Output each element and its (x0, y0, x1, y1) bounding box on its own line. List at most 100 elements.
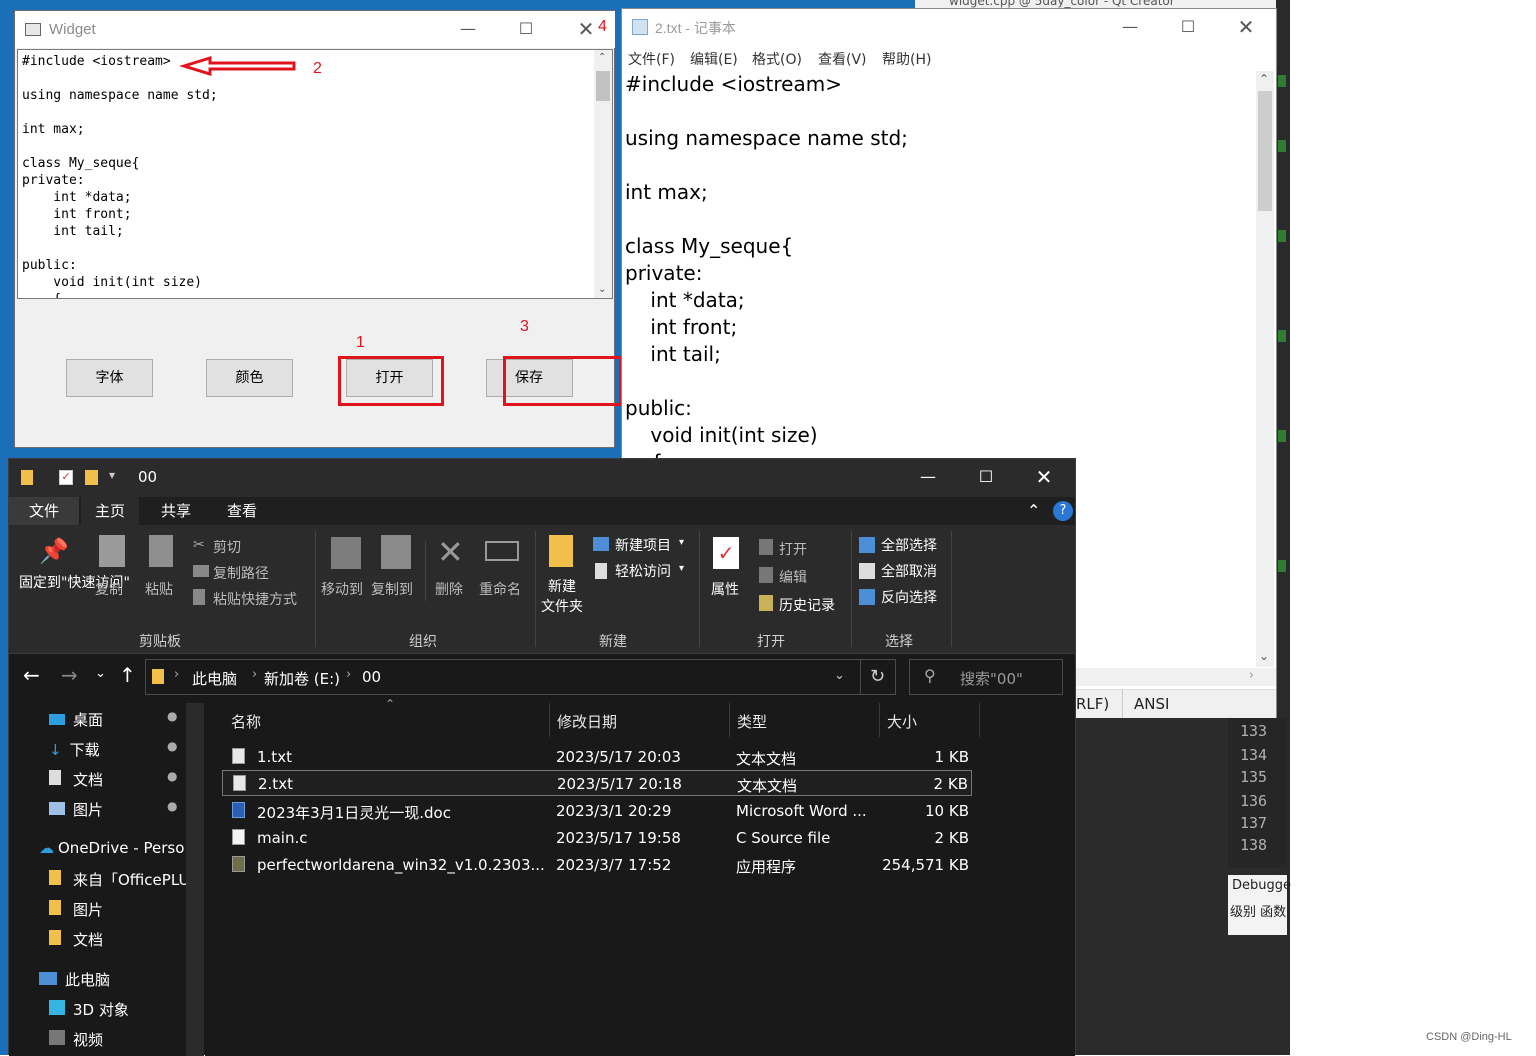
address-bar[interactable]: › 此电脑 › 新加卷 (E:) › 00 ⌄ ↻ (145, 659, 896, 695)
nav-item-od-documents[interactable]: 文档 (49, 929, 103, 950)
minimize-icon[interactable]: — (905, 459, 951, 495)
scroll-down-icon[interactable]: ⌄ (1259, 649, 1269, 663)
file-name: 2023年3月1日灵光一现.doc (257, 804, 451, 822)
column-divider[interactable] (549, 703, 550, 737)
file-row[interactable]: 2023年3月1日灵光一现.doc 2023/3/1 20:29 Microso… (222, 798, 972, 824)
dropdown-icon[interactable]: ▾ (679, 537, 684, 548)
recent-locations-icon[interactable]: ⌄ (95, 666, 106, 681)
column-divider[interactable] (979, 703, 980, 737)
tab-share[interactable]: 共享 (147, 497, 205, 525)
tab-view[interactable]: 查看 (213, 497, 271, 525)
editor-content: #include <iostream> using namespace name… (22, 54, 218, 298)
color-button[interactable]: 颜色 (206, 359, 293, 397)
menu-file[interactable]: 文件(F) (628, 49, 675, 69)
quick-access-dropdown-icon[interactable]: ▾ (109, 468, 115, 482)
refresh-icon[interactable]: ↻ (870, 666, 885, 687)
maximize-icon[interactable]: ☐ (1165, 9, 1211, 45)
minimize-icon[interactable]: — (1107, 9, 1153, 45)
maximize-icon[interactable]: ☐ (963, 459, 1009, 495)
help-icon[interactable]: ? (1053, 501, 1073, 521)
new-item-button[interactable]: 新建项目 (615, 535, 671, 555)
column-date[interactable]: 修改日期 (557, 711, 617, 732)
nav-item-documents[interactable]: 文档 (49, 769, 103, 790)
dropdown-icon[interactable]: ▾ (679, 563, 684, 574)
properties-icon: ✓ (713, 537, 739, 569)
move-to-button[interactable]: 移动到 (321, 579, 363, 599)
explorer-titlebar[interactable]: ✓ ▾ 00 — ☐ ✕ (9, 459, 1075, 497)
properties-button[interactable]: 属性 (711, 579, 739, 599)
close-icon[interactable]: ✕ (1021, 459, 1067, 495)
group-label: 选择 (885, 634, 913, 650)
history-button[interactable]: 历史记录 (779, 595, 835, 615)
properties-quick-icon[interactable]: ✓ (59, 470, 73, 485)
column-type[interactable]: 类型 (737, 711, 767, 732)
open-button[interactable]: 打开 (779, 539, 807, 559)
text-editor[interactable]: #include <iostream> using namespace name… (17, 49, 613, 299)
forward-icon[interactable]: → (61, 663, 78, 687)
close-icon[interactable]: ✕ (1223, 9, 1269, 45)
menu-view[interactable]: 查看(V) (818, 49, 867, 69)
file-row[interactable]: main.c 2023/5/17 19:58 C Source file 2 K… (222, 825, 972, 851)
horizontal-scrollbar[interactable]: › (1072, 668, 1276, 686)
scroll-up-icon[interactable]: ⌃ (598, 52, 606, 63)
up-icon[interactable]: ↑ (119, 663, 136, 687)
scroll-right-icon[interactable]: › (1249, 668, 1254, 683)
nav-scrollbar[interactable] (186, 703, 204, 1056)
file-row[interactable]: 1.txt 2023/5/17 20:03 文本文档 1 KB (222, 744, 972, 770)
edit-button[interactable]: 编辑 (779, 567, 807, 587)
nav-item-desktop[interactable]: 桌面 (49, 709, 103, 730)
new-folder-quick-icon[interactable] (85, 470, 98, 485)
easy-access-button[interactable]: 轻松访问 (615, 561, 671, 581)
select-all-button[interactable]: 全部选择 (881, 535, 937, 555)
breadcrumb-pc[interactable]: 此电脑 (192, 668, 237, 689)
column-size[interactable]: 大小 (887, 711, 917, 732)
nav-item-3d-objects[interactable]: 3D 对象 (49, 999, 129, 1020)
scroll-thumb[interactable] (596, 71, 610, 101)
font-button[interactable]: 字体 (66, 359, 153, 397)
menu-format[interactable]: 格式(O) (752, 49, 802, 69)
scroll-thumb[interactable] (1258, 91, 1272, 211)
tab-file[interactable]: 文件 (9, 497, 80, 525)
column-divider[interactable] (879, 703, 880, 737)
nav-item-downloads[interactable]: ↓ 下载 (49, 739, 100, 760)
scroll-up-icon[interactable]: ⌃ (1259, 72, 1269, 86)
delete-button[interactable]: 删除 (435, 579, 463, 599)
copy-to-icon (381, 535, 411, 569)
new-folder-button[interactable]: 新建 文件夹 (541, 577, 583, 617)
scroll-down-icon[interactable]: ⌄ (598, 284, 606, 295)
notepad-titlebar[interactable]: 2.txt - 记事本 — ☐ ✕ (622, 9, 1276, 45)
file-row-selected[interactable]: 2.txt 2023/5/17 20:18 文本文档 2 KB (222, 770, 972, 796)
nav-item-officeplus[interactable]: 来自「OfficePLU (49, 869, 189, 890)
nav-item-this-pc[interactable]: 此电脑 (39, 969, 110, 990)
nav-item-od-pictures[interactable]: 图片 (49, 899, 103, 920)
select-none-button[interactable]: 全部取消 (881, 561, 937, 581)
column-divider[interactable] (729, 703, 730, 737)
back-icon[interactable]: ← (23, 663, 40, 687)
collapse-ribbon-icon[interactable]: ⌃ (1027, 501, 1040, 520)
notepad-content: #include <iostream> using namespace name… (625, 72, 908, 474)
cut-button[interactable]: 剪切 (213, 537, 241, 557)
breadcrumb-drive[interactable]: 新加卷 (E:) (264, 668, 340, 689)
menu-help[interactable]: 帮助(H) (882, 49, 931, 69)
search-input[interactable]: ⚲ 搜索"00" (909, 659, 1063, 695)
copy-button[interactable]: 复制 (95, 579, 123, 599)
rename-button[interactable]: 重命名 (479, 579, 521, 599)
maximize-icon[interactable]: ☐ (503, 11, 549, 47)
paste-shortcut-button[interactable]: 粘贴快捷方式 (213, 589, 297, 609)
copy-to-button[interactable]: 复制到 (371, 579, 413, 599)
nav-item-videos[interactable]: 视频 (49, 1029, 103, 1050)
copy-path-button[interactable]: 复制路径 (213, 563, 269, 583)
chevron-down-icon[interactable]: ⌄ (834, 668, 845, 683)
menu-edit[interactable]: 编辑(E) (690, 49, 738, 69)
invert-selection-button[interactable]: 反向选择 (881, 587, 937, 607)
tab-home[interactable]: 主页 (81, 497, 140, 525)
pin-quick-access-button[interactable]: 固定到"快速访问" (19, 573, 130, 593)
minimize-icon[interactable]: — (445, 11, 491, 47)
breadcrumb-folder[interactable]: 00 (362, 668, 381, 686)
column-name[interactable]: 名称 (231, 711, 261, 732)
nav-item-onedrive[interactable]: ☁ OneDrive - Perso (39, 839, 184, 857)
file-row[interactable]: perfectworldarena_win32_v1.0.2303... 202… (222, 852, 972, 878)
paste-button[interactable]: 粘贴 (145, 579, 173, 599)
widget-titlebar[interactable]: Widget — ☐ ✕ (15, 11, 615, 48)
nav-item-pictures[interactable]: 图片 (49, 799, 103, 820)
